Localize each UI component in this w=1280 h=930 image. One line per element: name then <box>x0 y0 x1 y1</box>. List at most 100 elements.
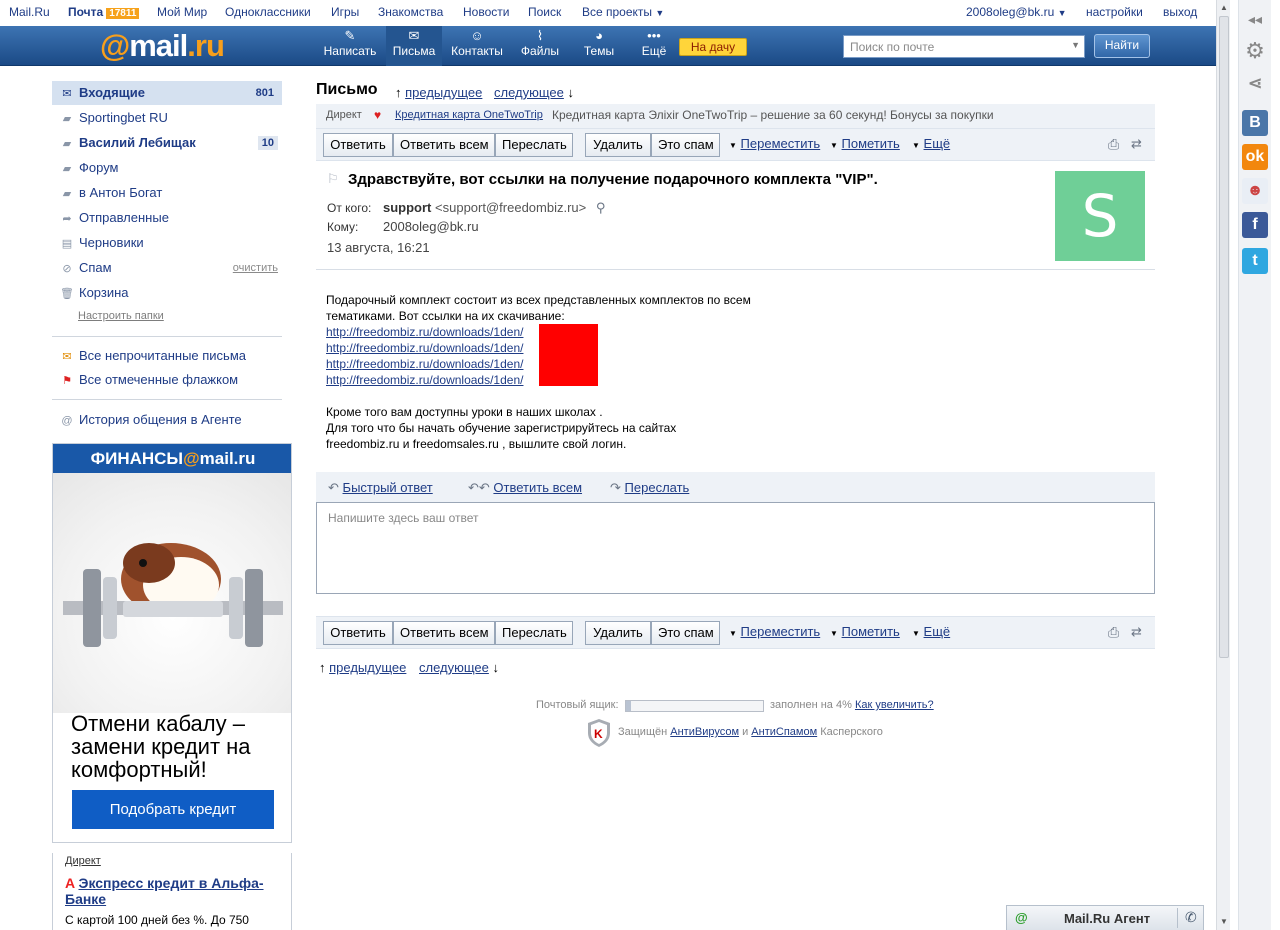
reply-all-button[interactable]: Ответить всем <box>393 621 495 645</box>
more-menu[interactable]: ▼ Ещё <box>912 624 950 639</box>
facebook-icon[interactable]: f <box>1242 212 1268 238</box>
dating-link[interactable]: Знакомства <box>378 5 443 19</box>
scrollbar-thumb[interactable] <box>1219 16 1229 658</box>
reply-all-button[interactable]: Ответить всем <box>393 133 495 157</box>
magnifier-icon[interactable]: ⚲ <box>596 200 606 215</box>
spam-button[interactable]: Это спам <box>651 621 720 645</box>
folder-spam[interactable]: ⊘ Спам очистить <box>52 256 282 280</box>
agent-history-label: История общения в Агенте <box>79 412 242 427</box>
direct-label[interactable]: Директ <box>65 855 101 867</box>
clear-spam-link[interactable]: очистить <box>233 256 278 280</box>
spam-button[interactable]: Это спам <box>651 133 720 157</box>
all-projects-link[interactable]: Все проекты ▼ <box>582 5 664 19</box>
mail-link[interactable]: Почта 17811 <box>68 5 140 19</box>
contacts-tab[interactable]: ☺ Контакты <box>446 26 508 66</box>
next-letter-link[interactable]: следующее ↓ <box>494 85 574 100</box>
configure-folders-link[interactable]: Настроить папки <box>78 310 164 322</box>
myworld-icon[interactable]: ☻ <box>1242 178 1268 204</box>
scroll-down-icon[interactable]: ▼ <box>1220 917 1228 926</box>
quick-reply-all-link[interactable]: ↶↶ Ответить всем <box>468 480 582 496</box>
forward-button[interactable]: Переслать <box>495 621 573 645</box>
folder-trash[interactable]: 🗑 Корзина <box>52 281 282 305</box>
compose-button[interactable]: ✎ Написать <box>320 26 380 66</box>
search-button[interactable]: Найти <box>1094 34 1150 58</box>
folder-anton[interactable]: ▰ в Антон Богат <box>52 181 282 205</box>
chevron-down-icon[interactable]: ▼ <box>1071 40 1080 50</box>
delete-button[interactable]: Удалить <box>585 133 651 157</box>
prev-label: предыдущее <box>405 85 483 100</box>
letters-tab[interactable]: ✉ Письма <box>386 26 442 66</box>
redacted-block <box>539 324 598 386</box>
download-link-3[interactable]: http://freedombiz.ru/downloads/1den/ <box>326 356 523 372</box>
download-link-4[interactable]: http://freedombiz.ru/downloads/1den/ <box>326 372 523 388</box>
translate-icon[interactable]: ⇄ <box>1131 136 1142 152</box>
folder-forum[interactable]: ▰ Форум <box>52 156 282 180</box>
folder-drafts[interactable]: ▤ Черновики <box>52 231 282 255</box>
files-tab[interactable]: ⌇ Файлы <box>514 26 566 66</box>
prev-letter-link[interactable]: ↑ предыдущее <box>395 85 482 100</box>
delete-button[interactable]: Удалить <box>585 621 651 645</box>
folder-vasily[interactable]: ▰ Василий Лебищак 10 <box>52 131 282 155</box>
next-letter-link[interactable]: следующее ↓ <box>419 660 499 675</box>
antivirus-link[interactable]: АнтиВирусом <box>670 726 739 738</box>
move-menu[interactable]: ▼ Переместить <box>729 624 820 639</box>
download-link-1[interactable]: http://freedombiz.ru/downloads/1den/ <box>326 324 523 340</box>
prev-letter-link[interactable]: ↑ предыдущее <box>319 660 406 675</box>
twitter-icon[interactable]: t <box>1242 248 1268 274</box>
agent-history-link[interactable]: @ История общения в Агенте <box>52 408 282 432</box>
settings-link[interactable]: настройки <box>1086 5 1143 19</box>
odnoklassniki-icon[interactable]: ok <box>1242 144 1268 170</box>
agent-bar[interactable]: @ Mail.Ru Агент ✆ <box>1006 905 1204 930</box>
print-icon[interactable]: ⎙ <box>1108 624 1119 641</box>
scroll-up-icon[interactable]: ▲ <box>1220 3 1228 12</box>
reply-textarea[interactable]: Напишите здесь ваш ответ <box>316 502 1155 594</box>
antispam-link[interactable]: АнтиСпамом <box>751 726 817 738</box>
gear-icon[interactable]: ⚙ <box>1242 38 1268 64</box>
vkontakte-icon[interactable]: B <box>1242 110 1268 136</box>
user-menu[interactable]: 2008oleg@bk.ru ▼ <box>966 5 1067 19</box>
games-link[interactable]: Игры <box>331 5 359 19</box>
reply-button[interactable]: Ответить <box>323 621 393 645</box>
folder-sent[interactable]: ➦ Отправленные <box>52 206 282 230</box>
news-link[interactable]: Новости <box>463 5 509 19</box>
next-label: следующее <box>419 660 489 675</box>
increase-link[interactable]: Как увеличить? <box>855 699 934 711</box>
my-world-link[interactable]: Мой Мир <box>157 5 207 19</box>
quick-forward-link[interactable]: ↷ Переслать <box>610 480 689 496</box>
mailru-logo[interactable]: @mail.ru <box>100 28 225 64</box>
direct-ad-link[interactable]: A Экспресс кредит в Альфа-Банке <box>65 875 285 907</box>
promo-button[interactable]: На дачу <box>679 38 747 56</box>
mailru-link[interactable]: Mail.Ru <box>9 5 50 19</box>
share-icon[interactable]: ⋖ <box>1242 70 1268 96</box>
flag-outline-icon[interactable]: ⚐ <box>327 171 339 187</box>
from-sender[interactable]: support <support@freedombiz.ru> ⚲ <box>383 200 605 216</box>
folder-inbox[interactable]: ✉ Входящие 801 <box>52 81 282 105</box>
direct-strip-link[interactable]: Кредитная карта OneTwoTrip <box>395 109 543 121</box>
themes-tab[interactable]: ◕ Темы <box>576 26 622 66</box>
flagged-letters-link[interactable]: ⚑ Все отмеченные флажком <box>52 368 282 392</box>
odnoklassniki-link[interactable]: Одноклассники <box>225 5 311 19</box>
folder-sportingbet[interactable]: ▰ Sportingbet RU <box>52 106 282 130</box>
download-link-2[interactable]: http://freedombiz.ru/downloads/1den/ <box>326 340 523 356</box>
quick-reply-link[interactable]: ↶ Быстрый ответ <box>328 480 433 496</box>
scrollbar[interactable]: ▲ ▼ <box>1216 0 1230 930</box>
search-input[interactable]: Поиск по почте ▼ <box>843 35 1085 58</box>
print-icon[interactable]: ⎙ <box>1108 136 1119 153</box>
search-link[interactable]: Поиск <box>528 5 561 19</box>
mark-menu[interactable]: ▼ Пометить <box>830 136 900 151</box>
phone-icon[interactable]: ✆ <box>1185 909 1197 926</box>
more-menu[interactable]: ▼ Ещё <box>912 136 950 151</box>
quick-reply-all-label: Ответить всем <box>493 480 583 495</box>
move-menu[interactable]: ▼ Переместить <box>729 136 820 151</box>
forward-button[interactable]: Переслать <box>495 133 573 157</box>
unread-letters-link[interactable]: ✉ Все непрочитанные письма <box>52 344 282 368</box>
more-tab[interactable]: ••• Ещё <box>634 26 674 66</box>
translate-icon[interactable]: ⇄ <box>1131 624 1142 640</box>
finance-ad[interactable]: ФИНАНСЫ@mail.ru Отмени кабалу – замени к… <box>52 443 292 843</box>
top-bar: Mail.Ru Почта 17811 Мой Мир Одноклассники… <box>0 0 1216 26</box>
reply-button[interactable]: Ответить <box>323 133 393 157</box>
collapse-icon[interactable]: ◂◂ <box>1242 6 1268 32</box>
logout-link[interactable]: выход <box>1163 5 1197 19</box>
mark-menu[interactable]: ▼ Пометить <box>830 624 900 639</box>
ad-credit-button[interactable]: Подобрать кредит <box>72 790 274 829</box>
